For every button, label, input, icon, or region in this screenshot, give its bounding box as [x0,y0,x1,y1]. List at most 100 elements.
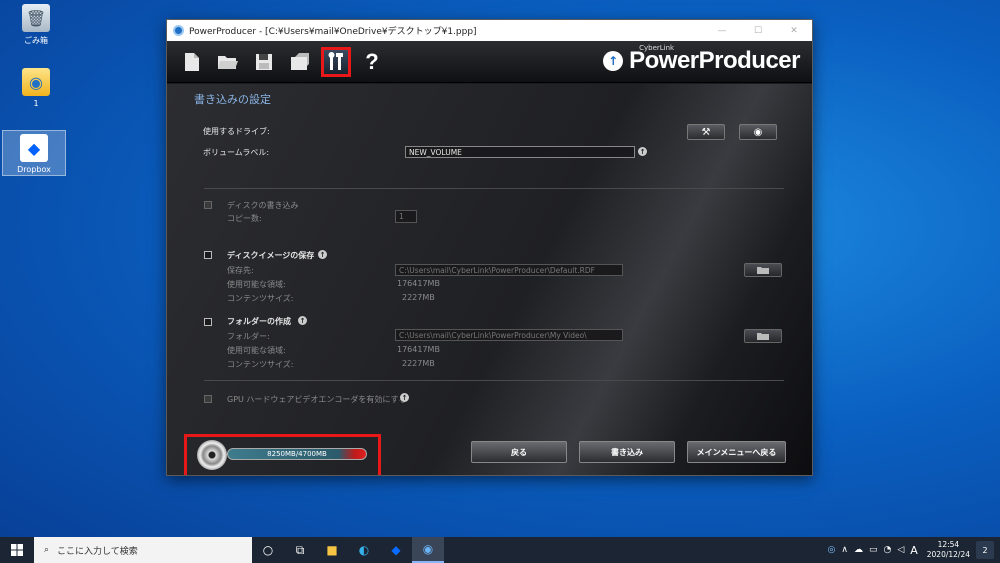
help-icon[interactable]: ↑ [400,393,409,402]
disc-icon: ◉ [753,126,763,138]
copies-input[interactable]: 1 [395,210,417,223]
new-project-button[interactable] [177,47,207,77]
disc-image-checkbox[interactable] [204,251,212,259]
battery-icon[interactable]: ▭ [869,545,878,555]
help-button[interactable]: ? [357,47,387,77]
desktop-icon-label: Dropbox [17,165,51,174]
back-button[interactable]: 戻る [471,441,567,463]
desktop-icon-recycle-bin[interactable]: 🗑 ごみ箱 [8,4,64,46]
dropbox-icon: ◆ [20,134,48,162]
disc-erase-button[interactable]: ◉ [739,124,777,140]
powerproducer-taskbar-button[interactable]: ◉ [412,537,444,563]
help-icon: ? [365,48,379,74]
clock-date: 2020/12/24 [926,550,970,559]
main-menu-button[interactable]: メインメニューへ戻る [687,441,786,463]
powerproducer-window: PowerProducer - [C:¥Users¥mail¥OneDrive¥… [166,19,813,476]
show-hidden-icons-icon[interactable]: ∧ [841,545,848,555]
clock[interactable]: 12:54 2020/12/24 [927,540,970,560]
content-size-label: コンテンツサイズ: [227,360,294,369]
volume-label: ボリュームラベル: [203,148,270,157]
folder-icon [757,266,769,274]
minimize-button[interactable]: — [704,20,740,41]
help-icon[interactable]: ↑ [318,250,327,259]
folder-icon: ■ [326,543,338,557]
browse-folder-button[interactable] [744,329,782,343]
folder-icon [757,332,769,340]
notification-count: 2 [982,545,988,555]
divider [204,380,784,381]
hammer-icon: ⚒ [701,126,711,138]
cortana-icon: ○ [262,543,274,557]
create-folder-checkbox[interactable] [204,318,212,326]
recycle-bin-icon: 🗑 [22,4,50,32]
settings-button[interactable] [321,46,351,77]
desktop-icon-dropbox[interactable]: ◆ Dropbox [2,130,66,176]
disc-write-label: ディスクの書き込み [227,201,299,210]
gpu-encoder-label: GPU ハードウェアビデオエンコーダを有効にする [227,395,407,404]
copies-label: コピー数: [227,214,262,223]
help-icon[interactable]: ↑ [298,316,307,325]
start-button[interactable] [0,537,34,563]
wifi-icon[interactable]: ◔ [883,545,891,555]
content-size-value: 2227MB [402,293,435,302]
cortana-button[interactable]: ○ [252,537,284,563]
tools-icon [328,51,343,70]
free-space-label: 使用可能な領域: [227,346,286,355]
brand-logo: ↑ CyberLink PowerProducer [603,44,800,75]
onedrive-icon[interactable]: ☁ [854,545,863,555]
export-icon [291,52,309,70]
desktop-icon-project-file[interactable]: ◉ 1 [8,68,64,108]
free-space-value: 176417MB [397,279,440,288]
network-status-icon[interactable]: ◎ [827,545,835,555]
dropbox-taskbar-button[interactable]: ◆ [380,537,412,563]
drive-settings-button[interactable]: ⚒ [687,124,725,140]
export-button[interactable] [285,47,315,77]
window-title: PowerProducer - [C:¥Users¥mail¥OneDrive¥… [189,27,477,37]
powerproducer-file-icon: ◉ [22,68,50,96]
system-tray: ◎ ∧ ☁ ▭ ◔ ◁ A 12:54 2020/12/24 2 [824,537,1000,563]
create-folder-label: フォルダーの作成 [227,317,291,326]
gpu-encoder-checkbox[interactable] [204,395,212,403]
app-icon [173,25,184,36]
task-view-button[interactable]: ⧉ [284,537,316,563]
disc-write-checkbox[interactable] [204,201,212,209]
save-project-button[interactable] [249,47,279,77]
close-button[interactable]: ✕ [776,20,812,41]
taskbar-search[interactable]: ⌕ ここに入力して検索 [34,537,252,563]
edge-icon: ◐ [358,543,370,557]
content-size-value: 2227MB [402,359,435,368]
volume-label-input[interactable]: NEW_VOLUME [405,146,635,158]
browse-save-to-button[interactable] [744,263,782,277]
maximize-button[interactable]: ☐ [740,20,776,41]
folder-label: フォルダー: [227,332,270,341]
disc-image-label: ディスクイメージの保存 [227,251,315,260]
main-toolbar: ? ↑ CyberLink PowerProducer [167,41,812,83]
edge-button[interactable]: ◐ [348,537,380,563]
save-to-input[interactable]: C:\Users\mail\CyberLink\PowerProducer\De… [395,264,623,276]
save-to-label: 保存先: [227,266,254,275]
search-icon: ⌕ [44,545,50,555]
file-explorer-button[interactable]: ■ [316,537,348,563]
task-view-icon: ⧉ [295,542,305,557]
open-project-button[interactable] [213,47,243,77]
disc-capacity-bar: 8250MB/4700MB [227,448,367,460]
dropbox-icon: ◆ [391,543,401,557]
brand-cyberlink: CyberLink [639,44,675,52]
help-icon[interactable]: ↑ [638,147,647,156]
burn-button[interactable]: 書き込み [579,441,675,463]
notification-center-button[interactable]: 2 [976,541,994,559]
folder-input[interactable]: C:\Users\mail\CyberLink\PowerProducer\My… [395,329,623,341]
desktop-icon-label: 1 [33,99,39,108]
desktop-icon-label: ごみ箱 [24,36,48,45]
burn-settings-panel: 書き込みの設定 使用するドライブ: ⚒ ◉ ボリュームラベル: NEW_VOLU… [167,84,812,475]
powerproducer-icon: ◉ [422,542,434,556]
clock-time: 12:54 [937,540,960,549]
disc-capacity-icon [197,440,227,470]
save-icon [256,53,272,70]
free-space-label: 使用可能な領域: [227,280,286,289]
volume-icon[interactable]: ◁ [897,545,904,555]
title-bar[interactable]: PowerProducer - [C:¥Users¥mail¥OneDrive¥… [167,20,812,41]
ime-indicator[interactable]: A [910,544,918,557]
free-space-value: 176417MB [397,345,440,354]
windows-icon [11,544,23,556]
